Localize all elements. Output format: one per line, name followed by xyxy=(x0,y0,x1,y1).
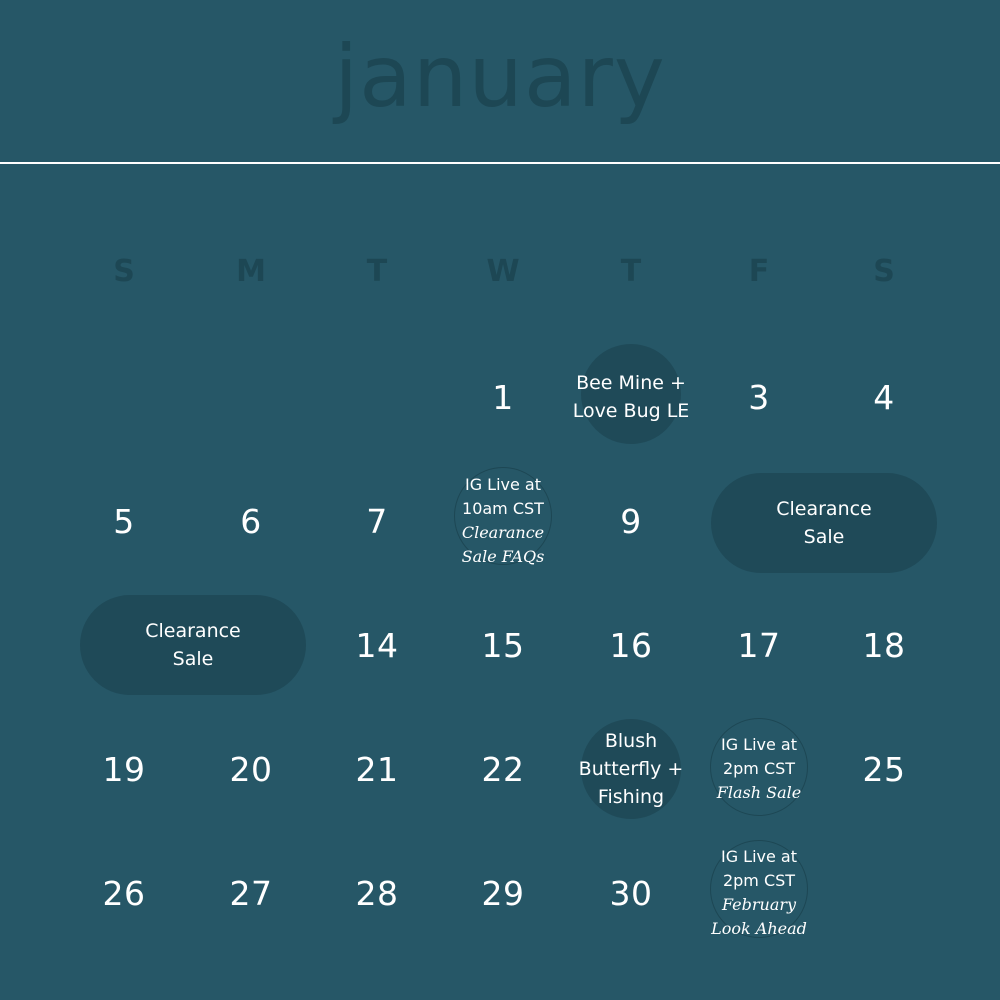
day-number: 19 xyxy=(102,749,146,789)
day-cell[interactable]: 21 xyxy=(317,714,437,824)
event-text: Blush xyxy=(604,730,658,752)
day-number: 7 xyxy=(366,501,388,541)
day-cell[interactable]: 4 xyxy=(824,342,944,452)
event-pill-clearance-sale-jan-10-11[interactable]: Clearance Sale xyxy=(711,473,937,573)
day-cell[interactable]: 22 xyxy=(443,714,563,824)
day-cell[interactable]: 7 xyxy=(317,466,437,576)
event-text: Clearance xyxy=(145,620,241,642)
day-cell[interactable]: 30 xyxy=(571,838,691,948)
event-label: Bee Mine + Love Bug LE xyxy=(573,369,690,425)
day-cell[interactable]: 26 xyxy=(64,838,184,948)
event-label: IG Live at 10am CST Clearance Sale FAQs xyxy=(462,473,545,569)
day-number: 29 xyxy=(481,873,525,913)
event-subtitle: February xyxy=(721,895,797,914)
day-number: 16 xyxy=(609,625,653,665)
day-number: 17 xyxy=(737,625,781,665)
day-cell[interactable]: 16 xyxy=(571,590,691,700)
day-number: 15 xyxy=(481,625,525,665)
event-text: Love Bug LE xyxy=(572,400,690,422)
day-number: 5 xyxy=(113,501,135,541)
day-number: 26 xyxy=(102,873,146,913)
day-number: 22 xyxy=(481,749,525,789)
day-number: 27 xyxy=(229,873,273,913)
month-title: january xyxy=(334,27,666,127)
event-text: Fishing xyxy=(597,786,665,808)
event-text: 2pm CST xyxy=(722,871,796,890)
event-subtitle: Sale FAQs xyxy=(461,547,545,566)
weekday-saturday: S xyxy=(873,254,895,289)
event-text: Sale xyxy=(172,648,214,670)
event-cell-jan-23[interactable]: Blush Butterfly + Fishing xyxy=(571,714,691,824)
event-label: IG Live at 2pm CST February Look Ahead xyxy=(711,845,807,941)
event-text: Bee Mine + xyxy=(576,372,686,394)
event-text: Sale xyxy=(803,526,845,548)
day-cell[interactable]: 25 xyxy=(824,714,944,824)
day-cell[interactable]: 6 xyxy=(191,466,311,576)
day-cell[interactable]: 28 xyxy=(317,838,437,948)
day-number: 18 xyxy=(862,625,906,665)
day-number: 6 xyxy=(240,501,262,541)
event-label: Blush Butterfly + Fishing xyxy=(579,727,684,811)
event-subtitle: Clearance xyxy=(461,523,545,542)
event-text: IG Live at xyxy=(720,847,798,866)
event-cell-jan-2[interactable]: Bee Mine + Love Bug LE xyxy=(571,342,691,452)
weekday-thursday: T xyxy=(620,254,642,289)
day-number: 9 xyxy=(620,501,642,541)
day-cell[interactable]: 19 xyxy=(64,714,184,824)
day-cell[interactable]: 5 xyxy=(64,466,184,576)
day-number: 30 xyxy=(609,873,653,913)
header-divider xyxy=(0,162,1000,164)
event-text: IG Live at xyxy=(464,475,542,494)
day-cell[interactable]: 29 xyxy=(443,838,563,948)
day-cell[interactable]: 1 xyxy=(443,342,563,452)
event-subtitle: Look Ahead xyxy=(711,919,807,938)
weekday-wednesday: W xyxy=(486,254,520,289)
day-cell[interactable]: 27 xyxy=(191,838,311,948)
event-subtitle: Flash Sale xyxy=(716,783,802,802)
weekday-friday: F xyxy=(748,254,770,289)
day-cell[interactable]: 15 xyxy=(443,590,563,700)
event-text: 10am CST xyxy=(462,499,544,518)
day-cell[interactable]: 14 xyxy=(317,590,437,700)
weekday-tuesday: T xyxy=(366,254,388,289)
day-cell[interactable]: 17 xyxy=(699,590,819,700)
day-cell[interactable]: 20 xyxy=(191,714,311,824)
day-number: 21 xyxy=(355,749,399,789)
weekday-monday: M xyxy=(236,254,266,289)
weekday-sunday: S xyxy=(113,254,135,289)
event-text: 2pm CST xyxy=(722,759,796,778)
day-number: 3 xyxy=(748,377,770,417)
event-pill-clearance-sale-jan-12-13[interactable]: Clearance Sale xyxy=(80,595,306,695)
event-text: Clearance xyxy=(776,498,872,520)
event-cell-jan-31[interactable]: IG Live at 2pm CST February Look Ahead xyxy=(699,838,819,948)
day-cell[interactable]: 9 xyxy=(571,466,691,576)
event-cell-jan-8[interactable]: IG Live at 10am CST Clearance Sale FAQs xyxy=(443,466,563,576)
event-cell-jan-24[interactable]: IG Live at 2pm CST Flash Sale xyxy=(699,714,819,824)
day-cell[interactable]: 18 xyxy=(824,590,944,700)
event-text: Butterfly + xyxy=(578,758,684,780)
day-number: 28 xyxy=(355,873,399,913)
day-number: 4 xyxy=(873,377,895,417)
day-cell[interactable]: 3 xyxy=(699,342,819,452)
event-label: IG Live at 2pm CST Flash Sale xyxy=(717,733,801,805)
day-number: 14 xyxy=(355,625,399,665)
day-number: 25 xyxy=(862,749,906,789)
day-number: 20 xyxy=(229,749,273,789)
day-number: 1 xyxy=(492,377,514,417)
event-text: IG Live at xyxy=(720,735,798,754)
